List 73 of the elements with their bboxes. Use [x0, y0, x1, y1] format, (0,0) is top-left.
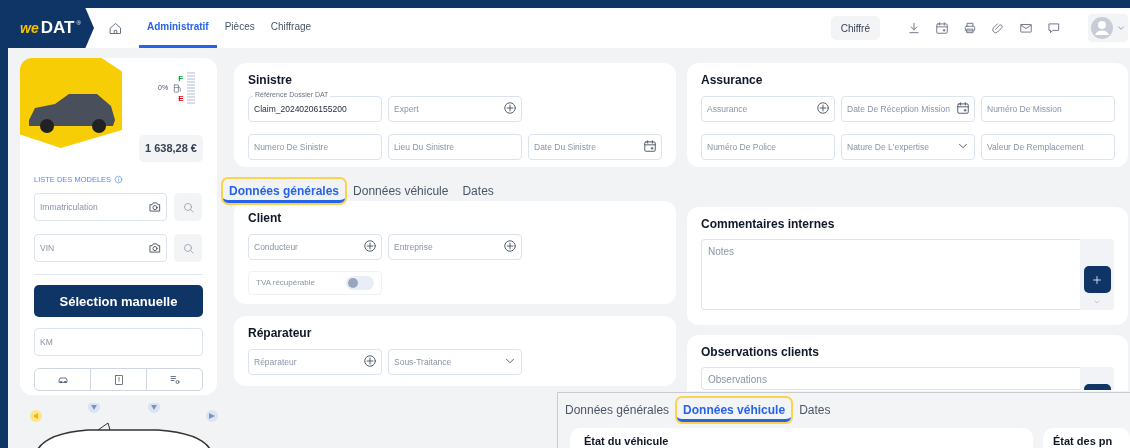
tab[interactable]: Dates	[793, 397, 837, 422]
input-field[interactable]: Valeur De Remplacement	[981, 134, 1115, 160]
plus-circle-icon	[503, 101, 517, 115]
mail-icon[interactable]	[1019, 21, 1033, 35]
plus-circle-icon	[363, 354, 377, 368]
search-icon	[181, 241, 195, 255]
date-field[interactable]: Date De Réception Mission	[841, 96, 975, 122]
fuel-full-label: F	[178, 73, 184, 83]
tab[interactable]: Données véhicule	[347, 179, 455, 203]
add-button[interactable]	[1083, 266, 1111, 293]
section-title: État des pn	[1053, 435, 1114, 448]
tab[interactable]: Dates	[456, 179, 500, 203]
section-title: État du véhicule	[584, 435, 670, 448]
toggle-label: TVA récupérable	[256, 277, 315, 289]
input-field[interactable]: Immatriculation	[34, 193, 167, 222]
manual-selection-button[interactable]: Sélection manuelle	[34, 285, 203, 318]
nav-tab[interactable]: Chiffrage	[262, 8, 320, 48]
select-field[interactable]: Nature De L'expertise	[841, 134, 975, 160]
calendar-icon	[956, 101, 970, 115]
fuel-empty-label: E	[178, 93, 184, 103]
nav-tab[interactable]: Administratif	[139, 8, 217, 48]
input-field[interactable]: Claim_20240206155200	[248, 96, 382, 122]
info-icon	[114, 175, 124, 185]
tab[interactable]: Données générales	[223, 179, 346, 203]
input-field[interactable]: Réparateur	[248, 349, 382, 375]
input-field[interactable]: Numéro De Police	[701, 134, 835, 160]
plus-circle-icon	[363, 239, 377, 253]
book-icon	[112, 373, 125, 386]
calendar-icon	[643, 139, 657, 153]
section-title: Commentaires internes	[701, 217, 836, 232]
tab[interactable]: Données véhicule	[677, 397, 792, 422]
input-field[interactable]: Lieu Du Sinistre	[388, 134, 522, 160]
avatar-icon	[1090, 16, 1114, 40]
plus-circle-icon	[503, 239, 517, 253]
date-field[interactable]: Date Du Sinistre	[528, 134, 662, 160]
chat-icon[interactable]	[1047, 21, 1061, 35]
toggle-switch[interactable]	[346, 276, 374, 290]
tab[interactable]: Données générales	[559, 397, 676, 422]
section-title: Sinistre	[248, 73, 293, 88]
select-field[interactable]: Sous-Traitance	[388, 349, 522, 375]
input-field[interactable]: Entreprise	[388, 234, 522, 260]
print-icon[interactable]	[963, 21, 977, 35]
input-field[interactable]: Expert	[388, 96, 522, 122]
chevron-down-icon	[1116, 23, 1126, 33]
calendar-icon[interactable]	[935, 21, 949, 35]
input-field[interactable]: VIN	[34, 234, 167, 263]
paperclip-icon[interactable]	[991, 21, 1005, 35]
home-icon[interactable]	[108, 20, 123, 36]
camera-icon	[148, 241, 162, 256]
download-icon[interactable]	[907, 21, 921, 35]
list-settings-icon	[168, 373, 181, 386]
fuel-pump-icon	[172, 82, 184, 94]
section-title: Réparateur	[248, 326, 313, 341]
text-area[interactable]: Observations	[701, 367, 1080, 390]
input-field[interactable]: Conducteur	[248, 234, 382, 260]
nav-tab[interactable]: Pièces	[216, 8, 263, 48]
logo-word: DAT	[40, 17, 75, 40]
camera-icon	[148, 200, 162, 215]
plus-icon	[1091, 273, 1103, 286]
search-icon	[181, 200, 195, 214]
text-area[interactable]: Notes	[701, 239, 1080, 310]
section-title: Assurance	[701, 73, 764, 88]
logo-script: we	[20, 18, 39, 38]
input-field[interactable]: Numéro De Mission	[981, 96, 1115, 122]
input-field[interactable]: Assurance	[701, 96, 835, 122]
input-field[interactable]: KM	[34, 328, 203, 357]
price-label: 1 638,28 €	[139, 135, 203, 162]
section-title: Observations clients	[701, 345, 821, 360]
input-field[interactable]: Numero De Sinistre	[248, 134, 382, 160]
section-title: Client	[248, 211, 283, 226]
plus-circle-icon	[816, 101, 830, 115]
status-button[interactable]: Chiffré	[830, 16, 880, 40]
add-button[interactable]	[1083, 384, 1111, 390]
